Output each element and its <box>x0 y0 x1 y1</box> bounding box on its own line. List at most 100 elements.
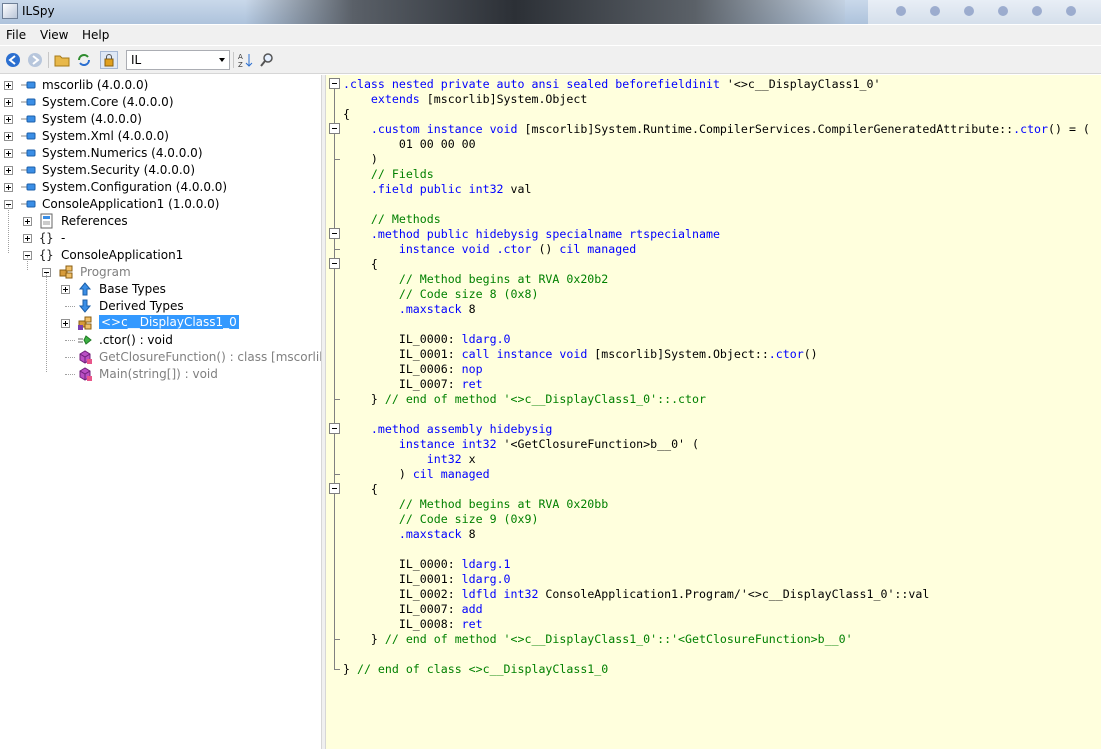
code-line: .maxstack 8 <box>398 302 476 316</box>
expand-icon[interactable] <box>61 319 70 328</box>
search-button[interactable] <box>258 51 276 69</box>
code-line: ) <box>343 152 378 166</box>
code-line: .field public int32 val <box>370 182 532 196</box>
assembly-icon <box>20 145 36 161</box>
tree-node-system-4-0-0-0[interactable]: System (4.0.0.0) <box>0 111 321 128</box>
fold-end-marker <box>334 669 340 670</box>
fold-toggle-icon[interactable] <box>329 423 340 434</box>
background-window-strip <box>245 0 845 24</box>
tree-node-references[interactable]: References <box>0 213 321 230</box>
fold-toggle-icon[interactable] <box>329 228 340 239</box>
code-line: .class nested private auto ansi sealed b… <box>343 77 881 91</box>
tree-node-consoleapplication1-1-0-0-0[interactable]: ConsoleApplication1 (1.0.0.0) <box>0 196 321 213</box>
tree-node-system-security-4-0-0-0[interactable]: System.Security (4.0.0.0) <box>0 162 321 179</box>
code-line: .method assembly hidebysig <box>370 422 553 436</box>
tree-node-base-types[interactable]: Base Types <box>0 281 321 298</box>
taskbar-strip <box>868 0 1101 24</box>
back-button[interactable] <box>4 51 22 69</box>
references-icon <box>39 213 55 229</box>
tree-node-label: Derived Types <box>99 299 184 313</box>
tree-node-getclosurefunction-class-mscorlib[interactable]: GetClosureFunction() : class [mscorlib] <box>0 349 321 366</box>
search-icon <box>260 53 273 67</box>
tree-node-label: ConsoleApplication1 (1.0.0.0) <box>42 197 220 211</box>
class-icon <box>58 264 74 280</box>
constructor-icon <box>77 332 93 348</box>
tree-node-label: Main(string[]) : void <box>99 367 218 381</box>
assembly-icon <box>20 162 36 178</box>
fold-toggle-icon[interactable] <box>329 123 340 134</box>
code-line: { <box>343 107 350 121</box>
tree-node-program[interactable]: Program <box>0 264 321 281</box>
tree-node-item[interactable]: {} - <box>0 230 321 247</box>
expand-icon[interactable] <box>4 149 13 158</box>
menu-view[interactable]: View <box>40 28 68 42</box>
tray-icon <box>998 6 1008 16</box>
tray-icon <box>1066 6 1076 16</box>
method-icon <box>77 349 93 365</box>
tree-node-label: Program <box>80 265 131 279</box>
code-line: // Code size 8 (0x8) <box>398 287 539 301</box>
fold-guide-line <box>334 84 335 669</box>
menu-help[interactable]: Help <box>82 28 109 42</box>
expand-icon[interactable] <box>23 217 32 226</box>
tree-node-derived-types[interactable]: Derived Types <box>0 298 321 315</box>
tree-node-system-core-4-0-0-0[interactable]: System.Core (4.0.0.0) <box>0 94 321 111</box>
expand-icon[interactable] <box>61 285 70 294</box>
window-title: ILSpy <box>22 4 55 18</box>
expand-icon[interactable] <box>4 98 13 107</box>
language-select[interactable]: IL <box>126 50 230 70</box>
tray-icon <box>896 6 906 16</box>
show-internal-button[interactable] <box>100 51 118 69</box>
fold-toggle-icon[interactable] <box>329 78 340 89</box>
fold-toggle-icon[interactable] <box>329 483 340 494</box>
tree-node-system-numerics-4-0-0-0[interactable]: System.Numerics (4.0.0.0) <box>0 145 321 162</box>
tray-icon <box>930 6 940 16</box>
code-line: IL_0000: ldarg.1 <box>343 557 511 571</box>
open-folder-icon <box>54 55 70 67</box>
code-line: { <box>343 257 378 271</box>
expand-icon[interactable] <box>23 234 32 243</box>
tree-node-label: System.Configuration (4.0.0.0) <box>42 180 228 194</box>
tree-node-ctor-void[interactable]: .ctor() : void <box>0 332 321 349</box>
app-icon <box>2 3 18 19</box>
tree-node-consoleapplication1[interactable]: {} ConsoleApplication1 <box>0 247 321 264</box>
expand-icon[interactable] <box>4 115 13 124</box>
forward-button[interactable] <box>26 51 44 69</box>
tree-connector <box>65 374 75 375</box>
menu-file[interactable]: File <box>6 28 26 42</box>
tree-node-mscorlib-4-0-0-0[interactable]: mscorlib (4.0.0.0) <box>0 77 321 94</box>
tree-node-c-displayclass1-0[interactable]: <>c__DisplayClass1_0 <box>0 315 321 332</box>
assembly-tree[interactable]: mscorlib (4.0.0.0) System.Core (4.0.0.0) S… <box>0 75 321 749</box>
tree-node-label: System.Core (4.0.0.0) <box>42 95 174 109</box>
fold-toggle-icon[interactable] <box>329 258 340 269</box>
tree-node-label: System.Xml (4.0.0.0) <box>42 129 169 143</box>
tree-node-system-xml-4-0-0-0[interactable]: System.Xml (4.0.0.0) <box>0 128 321 145</box>
method-icon <box>77 366 93 382</box>
code-line: IL_0007: ret <box>343 377 483 391</box>
svg-text:{}: {} <box>39 248 53 262</box>
expand-icon[interactable] <box>4 166 13 175</box>
code-line: instance void .ctor () cil managed <box>398 242 637 256</box>
code-line: // Code size 9 (0x9) <box>398 512 539 526</box>
code-line: .custom instance void [mscorlib]System.R… <box>370 122 1090 136</box>
assembly-icon <box>20 111 36 127</box>
namespace-icon: {} <box>39 230 55 246</box>
expand-icon[interactable] <box>4 132 13 141</box>
language-value: IL <box>131 53 142 67</box>
expand-icon[interactable] <box>4 183 13 192</box>
code-line: IL_0001: ldarg.0 <box>343 572 511 586</box>
tree-node-system-configuration-4-0-0-0[interactable]: System.Configuration (4.0.0.0) <box>0 179 321 196</box>
tray-icon <box>1032 6 1042 16</box>
reload-button[interactable] <box>75 51 93 69</box>
fold-end-marker <box>334 474 340 475</box>
fold-end-marker <box>334 159 340 160</box>
sort-button[interactable]: AZ <box>236 51 254 69</box>
expand-icon[interactable] <box>4 81 13 90</box>
tree-node-label: - <box>61 231 66 245</box>
code-editor[interactable]: .class nested private auto ansi sealed b… <box>326 75 1101 749</box>
tree-node-label: GetClosureFunction() : class [mscorlib] <box>99 350 321 364</box>
tree-node-main-string-void[interactable]: Main(string[]) : void <box>0 366 321 383</box>
assembly-icon <box>20 94 36 110</box>
open-button[interactable] <box>53 51 71 69</box>
tree-guide-line <box>8 205 9 253</box>
